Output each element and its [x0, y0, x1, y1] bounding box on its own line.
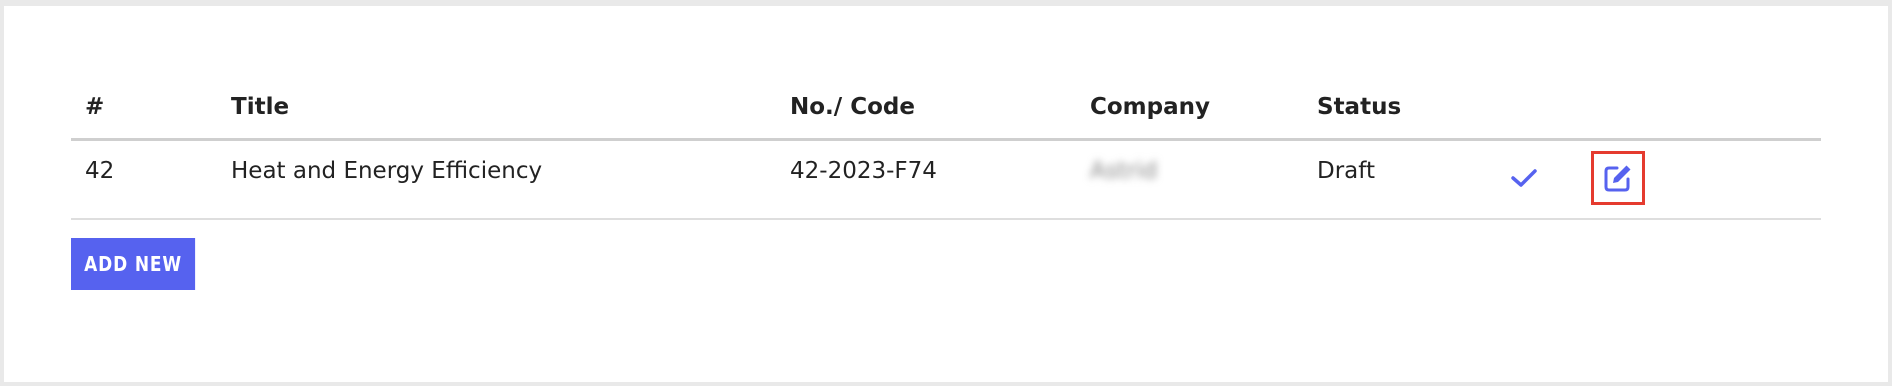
- cell-company: Astrid: [1090, 158, 1158, 184]
- table-row: 42 Heat and Energy Efficiency 42-2023-F7…: [71, 141, 1821, 220]
- header-title: Title: [231, 94, 290, 120]
- add-new-button[interactable]: ADD NEW: [71, 238, 196, 290]
- edit-button[interactable]: [1591, 151, 1645, 205]
- content-card: # Title No./ Code Company Status 42 Heat…: [4, 6, 1888, 382]
- header-code: No./ Code: [790, 94, 915, 120]
- check-icon: [1511, 169, 1537, 187]
- cell-title: Heat and Energy Efficiency: [231, 158, 543, 184]
- header-company: Company: [1090, 94, 1210, 120]
- cell-code: 42-2023-F74: [790, 158, 937, 184]
- approve-button[interactable]: [1507, 161, 1541, 195]
- cell-status: Draft: [1317, 158, 1375, 184]
- cell-number: 42: [85, 158, 115, 184]
- header-number: #: [85, 94, 105, 120]
- header-status: Status: [1317, 94, 1402, 120]
- table-header: # Title No./ Code Company Status: [71, 72, 1821, 141]
- edit-icon: [1604, 165, 1631, 192]
